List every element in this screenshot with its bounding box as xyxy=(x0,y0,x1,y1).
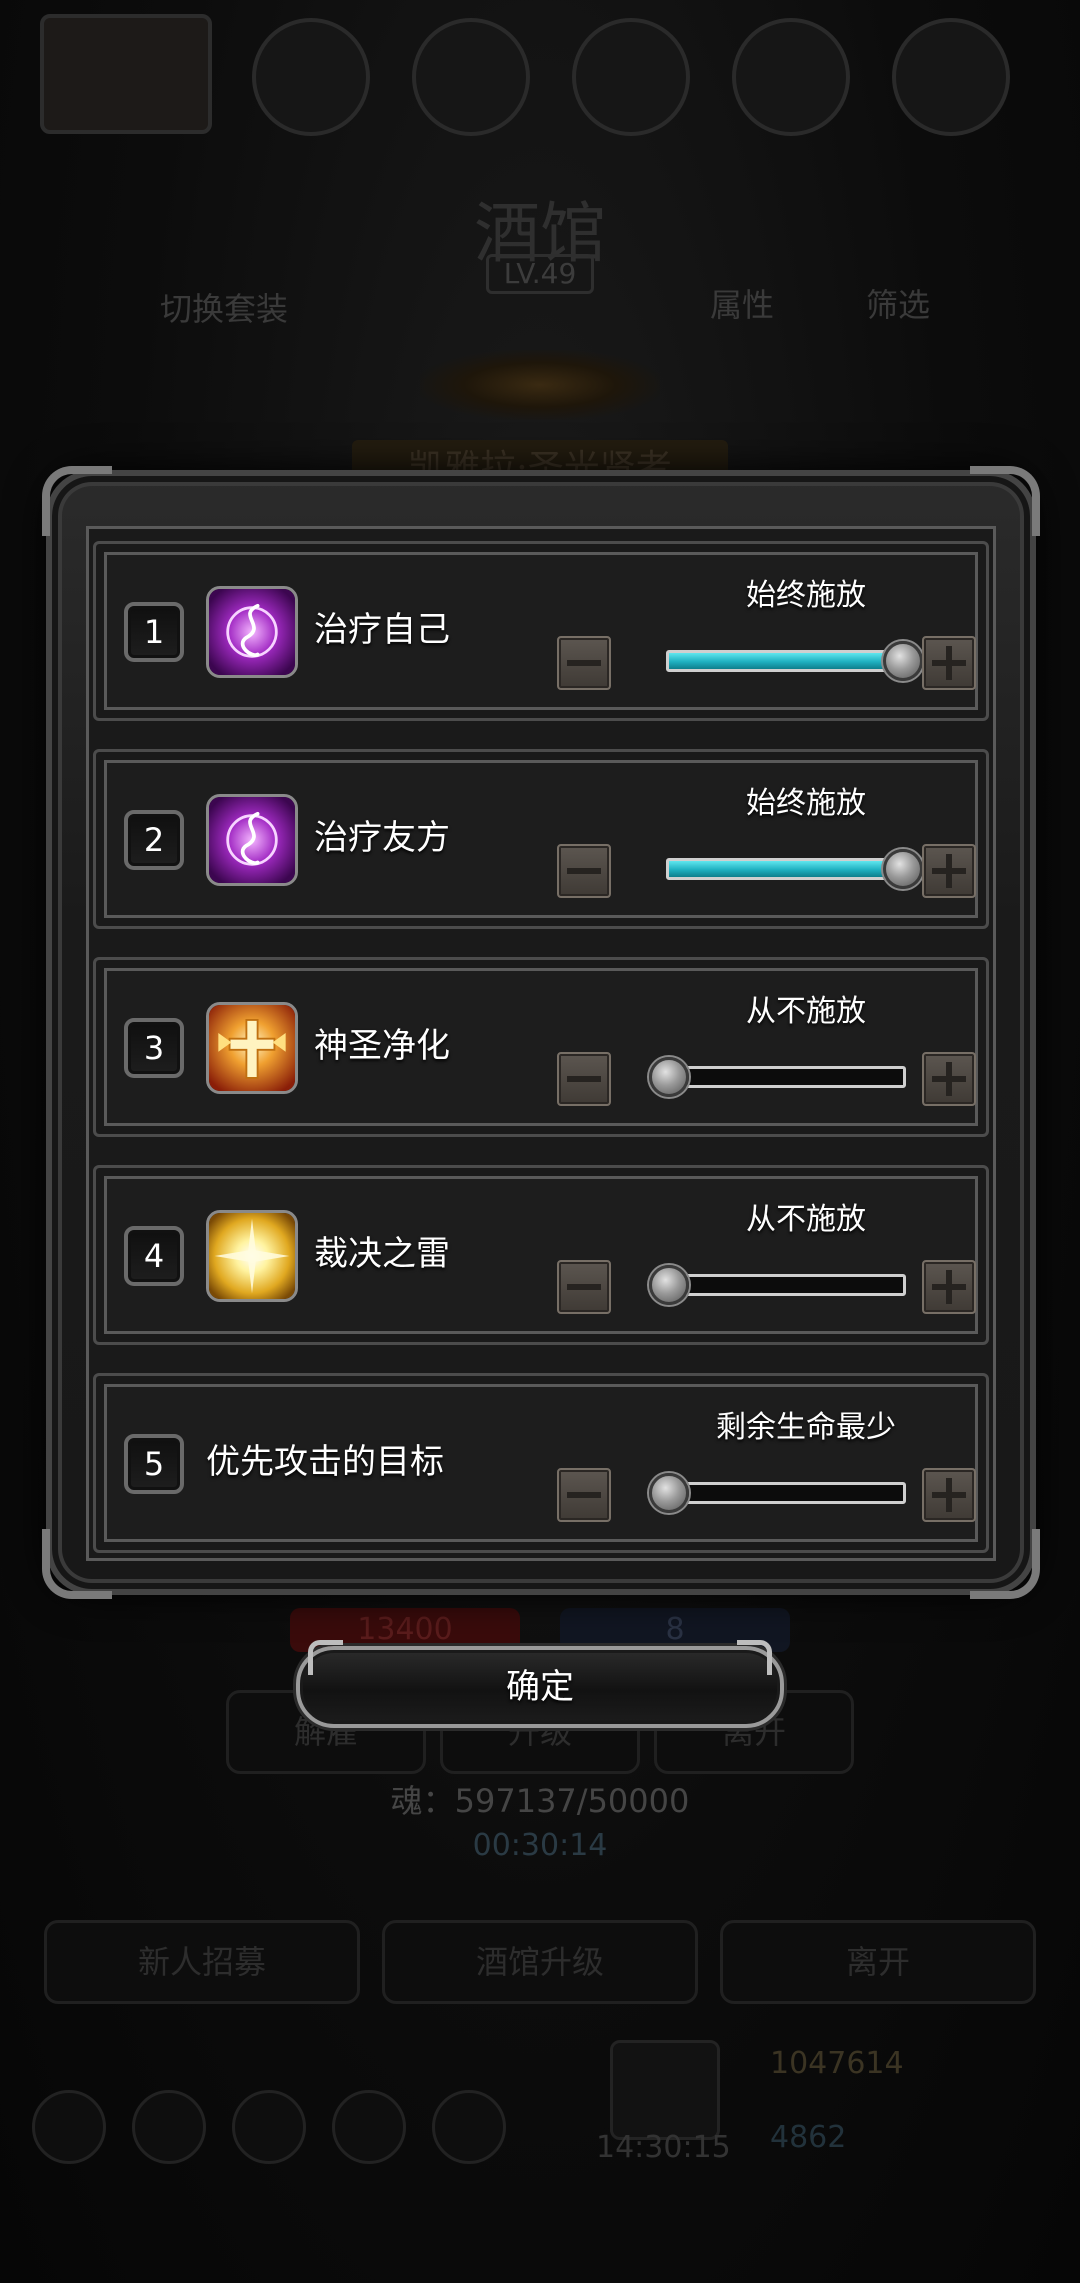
decrease-button[interactable] xyxy=(557,1052,611,1106)
equipment-slot-icon[interactable] xyxy=(252,18,370,136)
skill-row: 2 治疗友方 始终施放 xyxy=(93,749,989,929)
holy-heal-icon xyxy=(206,794,298,886)
cast-mode-slider[interactable] xyxy=(666,641,923,681)
skill-settings-dialog: 1 治疗自己 始终施放 2 治疗友方 始终施放 3 神圣净化 从不施放 4 裁决… xyxy=(42,466,1040,1599)
slider-knob[interactable] xyxy=(649,1057,689,1097)
holy-purify-icon xyxy=(206,1002,298,1094)
slider-fill xyxy=(669,653,903,669)
skill-row: 1 治疗自己 始终施放 xyxy=(93,541,989,721)
slider-knob[interactable] xyxy=(883,641,923,681)
decrease-button[interactable] xyxy=(557,844,611,898)
menu-circle-icon[interactable] xyxy=(232,2090,306,2164)
target-priority-label: 优先攻击的目标 xyxy=(206,1442,444,1482)
equipment-slot-icon[interactable] xyxy=(572,18,690,136)
increase-button[interactable] xyxy=(922,844,976,898)
priority-number: 2 xyxy=(124,810,184,870)
filter-button[interactable]: 筛选 xyxy=(866,280,930,326)
increase-button[interactable] xyxy=(922,636,976,690)
holy-heal-icon xyxy=(206,586,298,678)
increase-button[interactable] xyxy=(922,1260,976,1314)
game-screen: 酒馆 LV.49 切换套装 属性 筛选 凯雅拉·圣光贤者 13400 8 解雇 … xyxy=(0,0,1080,2283)
leave-tavern-button[interactable]: 离开 xyxy=(720,1920,1036,2004)
decrease-button[interactable] xyxy=(557,1260,611,1314)
skill-list: 1 治疗自己 始终施放 2 治疗友方 始终施放 3 神圣净化 从不施放 4 裁决… xyxy=(86,526,996,1561)
target-priority-row: 5 优先攻击的目标 剩余生命最少 xyxy=(93,1373,989,1553)
new-recruit-button[interactable]: 新人招募 xyxy=(44,1920,360,2004)
priority-number: 5 xyxy=(124,1434,184,1494)
skill-row: 4 裁决之雷 从不施放 xyxy=(93,1165,989,1345)
equipment-slot-icon[interactable] xyxy=(732,18,850,136)
skill-name: 治疗自己 xyxy=(314,610,450,650)
decrease-button[interactable] xyxy=(557,636,611,690)
gift-chest-icon[interactable] xyxy=(610,2040,720,2140)
slider-knob[interactable] xyxy=(649,1265,689,1305)
increase-button[interactable] xyxy=(922,1052,976,1106)
cast-mode-label: 从不施放 xyxy=(746,994,866,1029)
cast-mode-label: 始终施放 xyxy=(746,786,866,821)
hero-portrait-avatar[interactable] xyxy=(40,14,212,134)
increase-button[interactable] xyxy=(922,1468,976,1522)
skill-name: 裁决之雷 xyxy=(314,1234,450,1274)
tavern-upgrade-button[interactable]: 酒馆升级 xyxy=(382,1920,698,2004)
equipment-slot-icon[interactable] xyxy=(892,18,1010,136)
menu-circle-icon[interactable] xyxy=(432,2090,506,2164)
cast-mode-slider[interactable] xyxy=(649,1057,906,1097)
menu-circle-icon[interactable] xyxy=(32,2090,106,2164)
target-mode-label: 剩余生命最少 xyxy=(716,1410,896,1445)
attributes-button[interactable]: 属性 xyxy=(710,280,774,326)
gem-count: 4862 xyxy=(770,2120,847,2155)
gold-count: 1047614 xyxy=(770,2046,904,2081)
priority-number: 4 xyxy=(124,1226,184,1286)
soul-counter: 魂：597137/50000 xyxy=(390,1782,690,1820)
slider-knob[interactable] xyxy=(883,849,923,889)
menu-circle-icon[interactable] xyxy=(132,2090,206,2164)
decrease-button[interactable] xyxy=(557,1468,611,1522)
tavern-level: LV.49 xyxy=(486,254,594,294)
equipment-slot-icon[interactable] xyxy=(412,18,530,136)
priority-number: 3 xyxy=(124,1018,184,1078)
winged-emblem-icon xyxy=(420,350,660,420)
confirm-button[interactable]: 确定 xyxy=(296,1640,784,1728)
slider-knob[interactable] xyxy=(649,1473,689,1513)
menu-circle-icon[interactable] xyxy=(332,2090,406,2164)
cast-mode-label: 始终施放 xyxy=(746,578,866,613)
cast-mode-label: 从不施放 xyxy=(746,1202,866,1237)
cast-mode-slider[interactable] xyxy=(649,1265,906,1305)
skill-name: 神圣净化 xyxy=(314,1026,450,1066)
judgment-thunder-icon xyxy=(206,1210,298,1302)
switch-outfit-button[interactable]: 切换套装 xyxy=(160,284,288,330)
cast-mode-slider[interactable] xyxy=(666,849,923,889)
priority-number: 1 xyxy=(124,602,184,662)
clock-display: 14:30:15 xyxy=(596,2130,731,2165)
target-mode-slider[interactable] xyxy=(649,1473,906,1513)
skill-name: 治疗友方 xyxy=(314,818,450,858)
skill-row: 3 神圣净化 从不施放 xyxy=(93,957,989,1137)
slider-fill xyxy=(669,861,903,877)
recruit-timer: 00:30:14 xyxy=(472,1828,608,1863)
